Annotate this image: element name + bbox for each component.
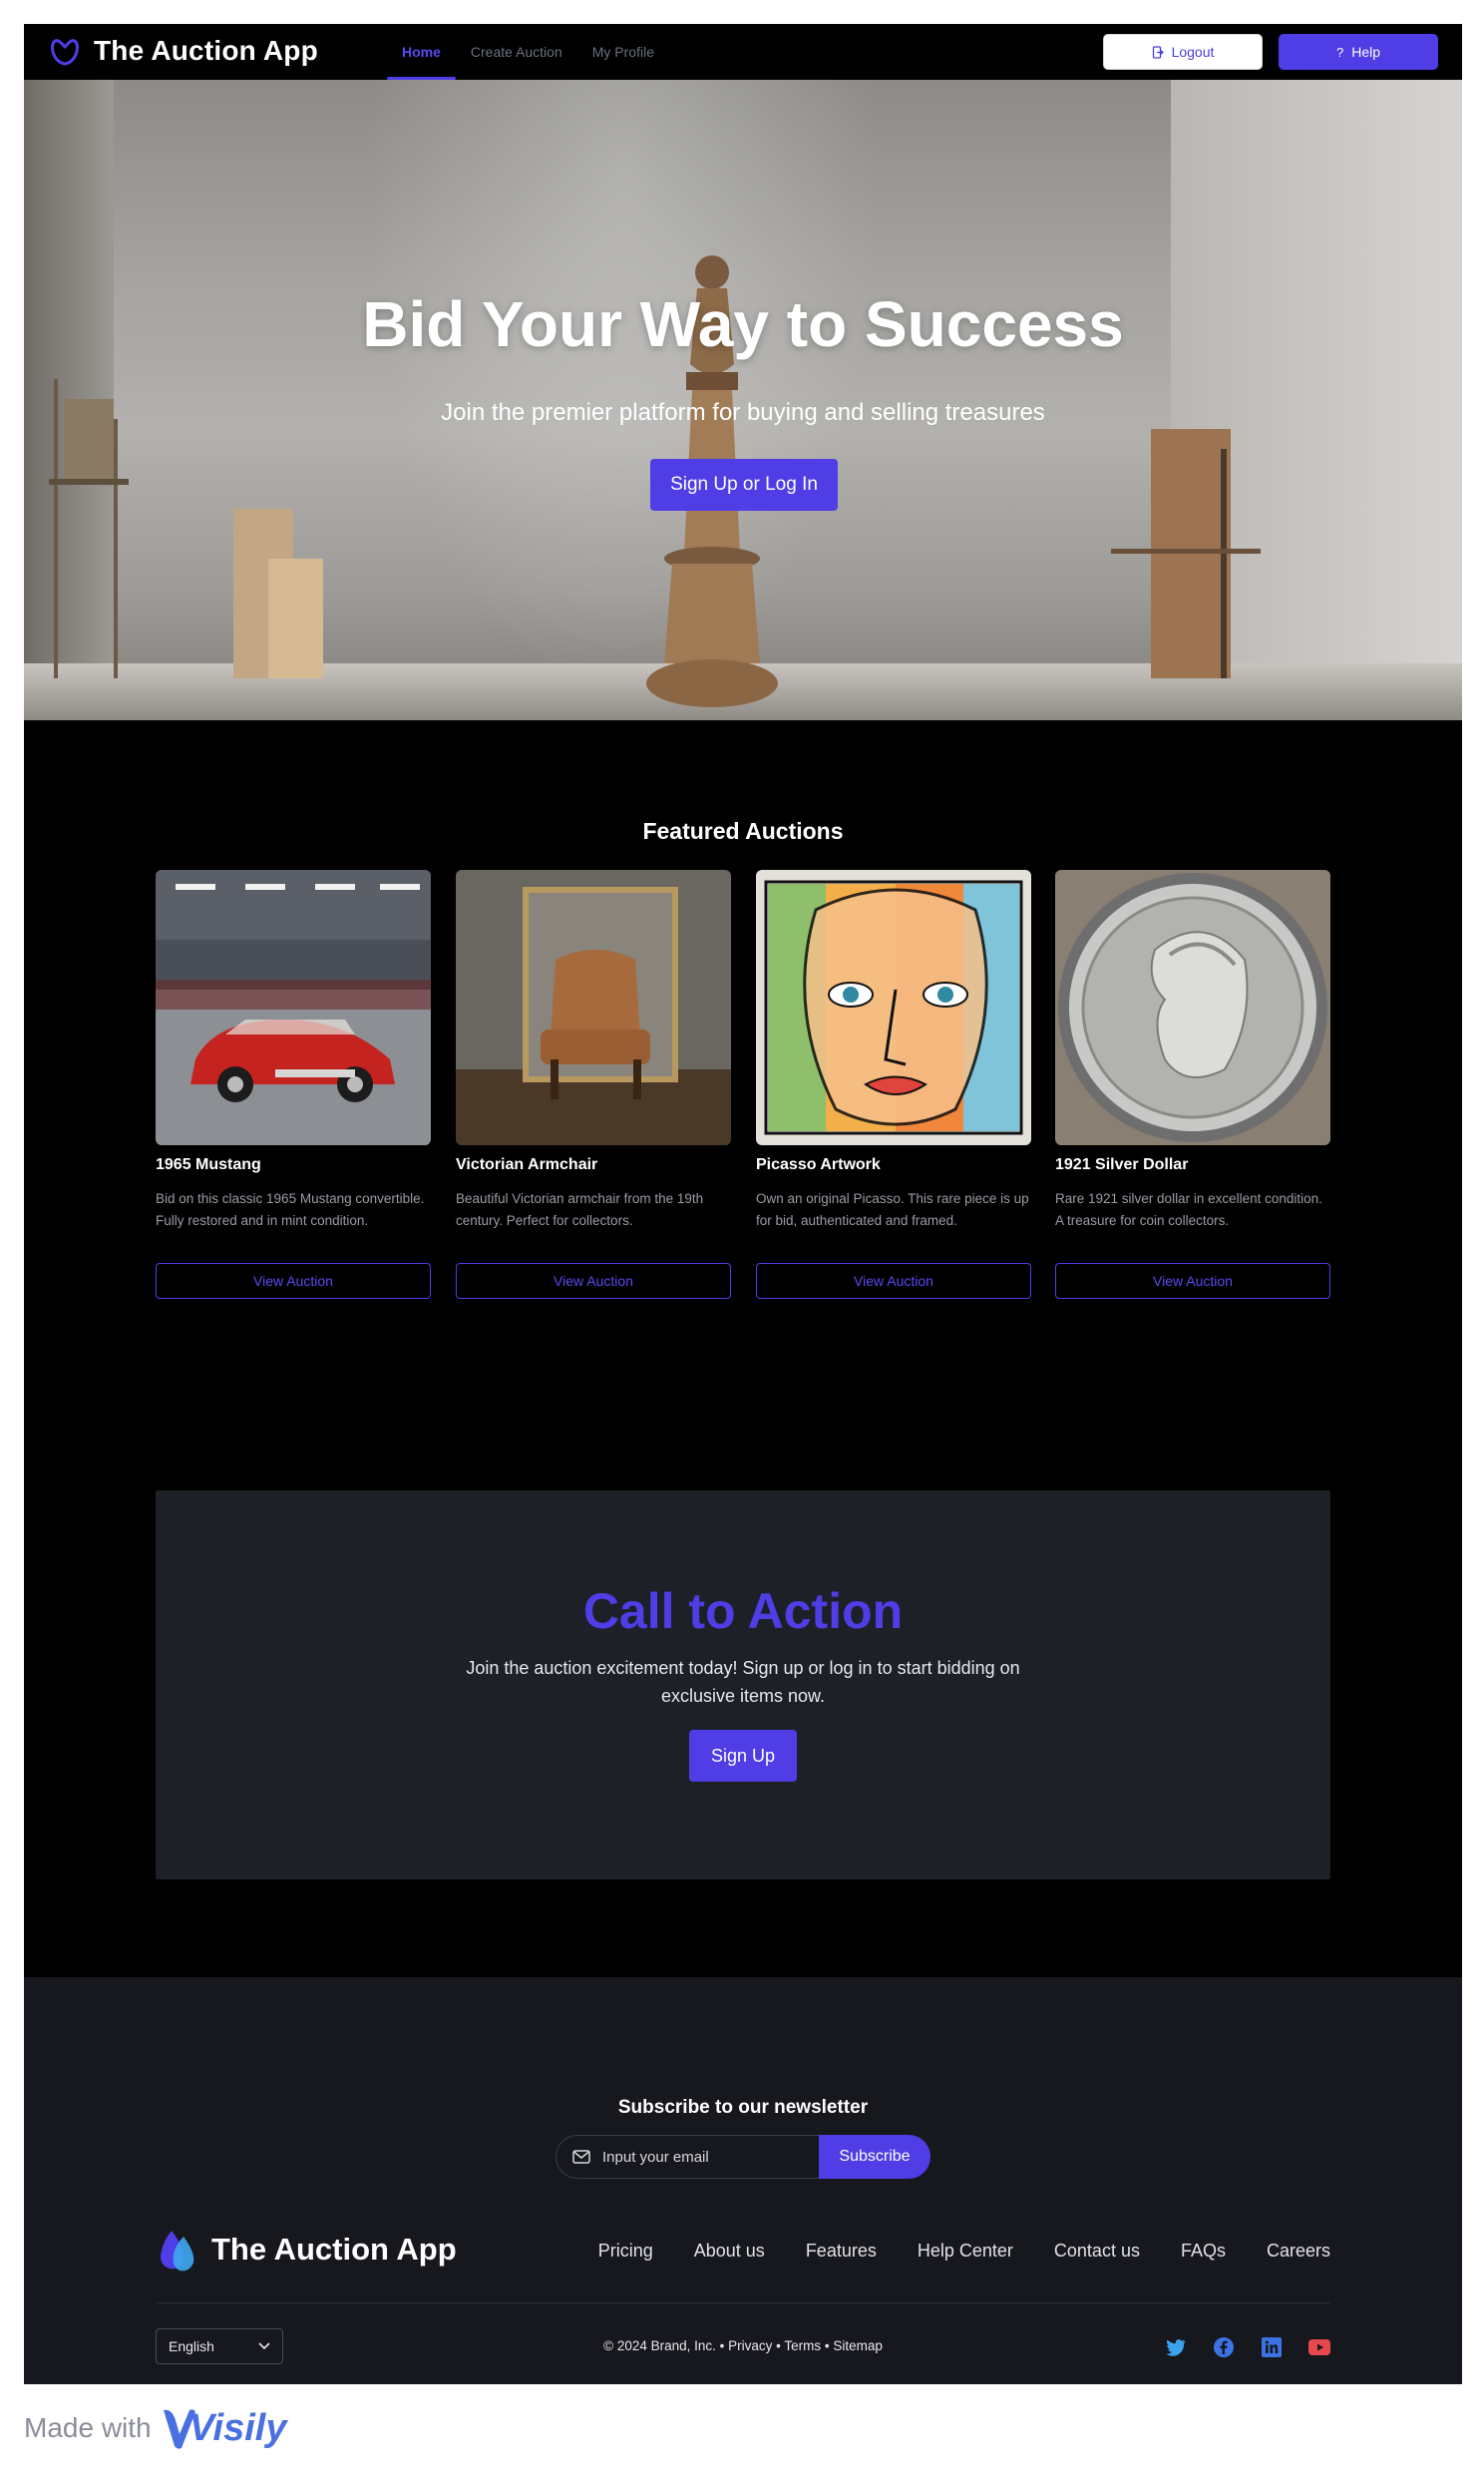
view-auction-button[interactable]: View Auction: [456, 1263, 731, 1299]
car-photo: [156, 870, 431, 1145]
question-icon: ?: [1335, 44, 1344, 60]
footer-link-pricing[interactable]: Pricing: [598, 2241, 653, 2262]
footer-link-contact[interactable]: Contact us: [1054, 2241, 1140, 2262]
footer-link-about[interactable]: About us: [694, 2241, 765, 2262]
auction-card: Picasso Artwork Own an original Picasso.…: [756, 870, 1031, 1299]
picasso-photo: [756, 870, 1031, 1145]
card-description: Bid on this classic 1965 Mustang convert…: [156, 1191, 425, 1228]
card-description: Rare 1921 silver dollar in excellent con…: [1055, 1191, 1322, 1228]
armchair-image[interactable]: [456, 870, 731, 1145]
nav-tabs: Home Create Auction My Profile: [387, 24, 669, 80]
footer-brand[interactable]: The Auction App: [156, 2227, 457, 2273]
logout-button[interactable]: Logout: [1103, 34, 1263, 70]
sign-up-button[interactable]: Sign Up: [689, 1730, 797, 1782]
car-image[interactable]: [156, 870, 431, 1145]
footer-links: Pricing About us Features Help Center Co…: [598, 2241, 1330, 2262]
footer: Subscribe to our newsletter Input your e…: [24, 1977, 1462, 2384]
wood-boards-left: [233, 509, 323, 678]
help-button[interactable]: ? Help: [1279, 34, 1438, 70]
visily-logo: Visily: [162, 2406, 287, 2450]
made-with-badge[interactable]: Made with Visily: [24, 2406, 287, 2450]
linkedin-icon[interactable]: [1261, 2336, 1283, 2358]
visily-brand: Visily: [188, 2406, 287, 2449]
top-navbar: The Auction App Home Create Auction My P…: [24, 24, 1462, 80]
auction-card: 1921 Silver Dollar Rare 1921 silver doll…: [1055, 870, 1330, 1299]
cta-text: Join the auction excitement today! Sign …: [466, 1658, 1020, 1706]
signup-login-button[interactable]: Sign Up or Log In: [650, 459, 838, 511]
wood-boards-right: [1111, 429, 1261, 678]
footer-link-help-center[interactable]: Help Center: [918, 2241, 1013, 2262]
newsletter-form: Input your email Subscribe: [556, 2135, 930, 2179]
card-description: Beautiful Victorian armchair from the 19…: [456, 1191, 704, 1228]
auction-card: 1965 Mustang Bid on this classic 1965 Mu…: [156, 870, 431, 1299]
mail-icon: [572, 2150, 590, 2164]
help-label: Help: [1351, 44, 1381, 60]
footer-link-careers[interactable]: Careers: [1267, 2241, 1330, 2262]
footer-brand-name: The Auction App: [211, 2232, 457, 2267]
hero-section: Bid Your Way to Success Join the premier…: [24, 80, 1462, 720]
email-input[interactable]: Input your email: [556, 2135, 819, 2179]
made-with-label: Made with: [24, 2412, 152, 2443]
page-frame: The Auction App Home Create Auction My P…: [24, 24, 1462, 2384]
tab-my-profile[interactable]: My Profile: [577, 24, 669, 80]
view-auction-button[interactable]: View Auction: [756, 1263, 1031, 1299]
drop-logo-icon: [161, 2231, 194, 2272]
logout-label: Logout: [1171, 44, 1215, 60]
hero-title: Bid Your Way to Success: [362, 288, 1124, 360]
subscribe-button[interactable]: Subscribe: [819, 2135, 930, 2179]
youtube-icon[interactable]: [1308, 2336, 1330, 2358]
card-title: Victorian Armchair: [456, 1156, 598, 1173]
brand[interactable]: The Auction App: [48, 34, 318, 68]
newsletter-title: Subscribe to our newsletter: [617, 2097, 869, 2118]
coin-image[interactable]: [1055, 870, 1330, 1145]
armchair-photo: [456, 870, 731, 1145]
cta-title: Call to Action: [582, 1583, 904, 1639]
logout-icon: [1152, 45, 1164, 59]
facebook-icon[interactable]: [1213, 2336, 1235, 2358]
twitter-icon[interactable]: [1165, 2336, 1187, 2358]
footer-divider: [156, 2302, 1330, 2303]
hero-subtitle: Join the premier platform for buying and…: [441, 399, 1045, 426]
card-title: 1965 Mustang: [156, 1156, 261, 1173]
coin-photo: [1055, 870, 1330, 1145]
tab-home[interactable]: Home: [387, 24, 456, 80]
auction-card: Victorian Armchair Beautiful Victorian a…: [456, 870, 731, 1299]
card-description: Own an original Picasso. This rare piece…: [756, 1191, 1029, 1228]
footer-link-faqs[interactable]: FAQs: [1181, 2241, 1226, 2262]
footer-link-features[interactable]: Features: [806, 2241, 877, 2262]
logo-icon: [50, 39, 80, 66]
card-title: Picasso Artwork: [756, 1156, 881, 1173]
call-to-action-panel: Call to Action Join the auction exciteme…: [156, 1490, 1330, 1879]
email-placeholder: Input your email: [602, 2148, 709, 2166]
view-auction-button[interactable]: View Auction: [156, 1263, 431, 1299]
view-auction-button[interactable]: View Auction: [1055, 1263, 1330, 1299]
featured-title: Featured Auctions: [642, 818, 844, 844]
app-title: The Auction App: [94, 35, 318, 66]
card-title: 1921 Silver Dollar: [1055, 1156, 1189, 1173]
picasso-image[interactable]: [756, 870, 1031, 1145]
tab-create-auction[interactable]: Create Auction: [456, 24, 577, 80]
social-links: [1165, 2336, 1330, 2358]
